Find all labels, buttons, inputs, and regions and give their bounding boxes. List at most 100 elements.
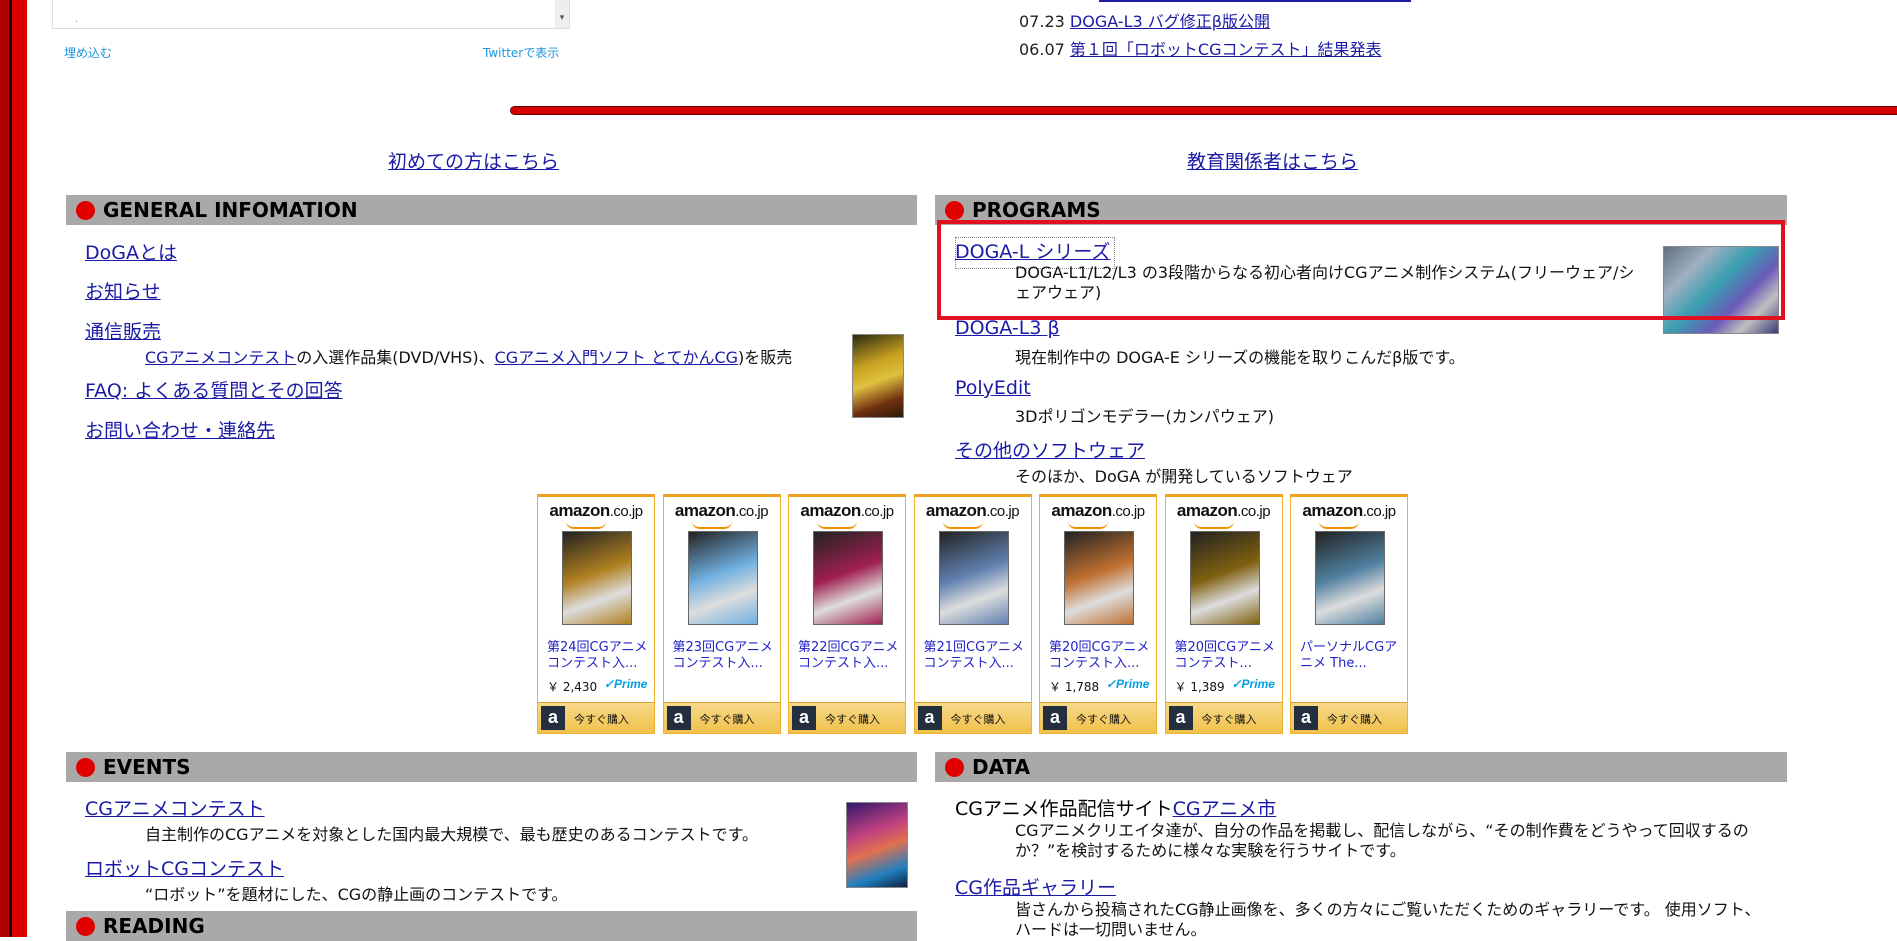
- cg-anime-contest-link[interactable]: CGアニメコンテスト: [145, 348, 296, 367]
- data-item-cg-anime-market: CGアニメ作品配信サイトCGアニメ市: [955, 794, 1276, 821]
- news-list: 07.23 DOGA-L3 バグ修正β版公開 06.07 第１回「ロボットCGコ…: [1019, 0, 1411, 64]
- amazon-smile-icon: [691, 521, 732, 529]
- section-title: GENERAL INFOMATION: [103, 198, 358, 222]
- amazon-logo-main: amazon: [925, 501, 987, 520]
- buy-now-button[interactable]: a 今すぐ購入: [663, 702, 780, 733]
- buy-now-label: 今すぐ購入: [825, 713, 880, 726]
- buy-now-button[interactable]: a 今すぐ購入: [538, 702, 654, 733]
- twitter-view-link[interactable]: Twitterで表示: [483, 44, 559, 61]
- twitter-timeline-widget[interactable]: . ▾: [52, 0, 570, 29]
- product-cover-image[interactable]: [1064, 531, 1134, 625]
- amazon-smile-icon: [817, 521, 857, 529]
- red-bullet-icon: [945, 200, 964, 220]
- cg-anime-contest-event-link[interactable]: CGアニメコンテスト: [85, 794, 265, 821]
- product-cover-image[interactable]: [938, 531, 1009, 625]
- amazon-logo-main: amazon: [1302, 501, 1363, 520]
- data-header: DATA: [935, 752, 1787, 782]
- twitter-embed-link[interactable]: 埋め込む: [64, 44, 112, 61]
- totekan-cg-link[interactable]: CGアニメ入門ソフト とてかんCG: [495, 348, 738, 367]
- amazon-product-card[interactable]: amazon.co.jp 第20回CGアニメコンテスト... ￥ 1,389 ✓Pri…: [1164, 494, 1283, 734]
- amazon-logo: amazon.co.jp: [1291, 501, 1407, 521]
- product-title-link[interactable]: 第23回CGアニメコンテスト入...: [673, 640, 777, 672]
- product-cover-image[interactable]: [813, 531, 883, 625]
- cg-gallery-link[interactable]: CG作品ギャラリー: [955, 873, 1116, 900]
- event-poster-image[interactable]: [846, 802, 908, 888]
- buy-now-button[interactable]: a 今すぐ購入: [1291, 702, 1407, 733]
- red-bullet-icon: [945, 757, 964, 777]
- section-title: READING: [103, 914, 205, 938]
- red-divider-bar: [510, 106, 1897, 115]
- scroll-down-icon[interactable]: ▾: [555, 0, 569, 28]
- amazon-a-icon: a: [1043, 706, 1067, 730]
- amazon-logo-main: amazon: [1176, 501, 1238, 520]
- amazon-logo: amazon.co.jp: [915, 501, 1031, 521]
- buy-now-button[interactable]: a 今すぐ購入: [1040, 702, 1156, 733]
- prime-badge-icon: ✓Prime: [1106, 677, 1150, 691]
- other-software-link[interactable]: その他のソフトウェア: [955, 436, 1145, 463]
- amazon-logo-tld: .co.jp: [1237, 503, 1271, 520]
- notice-link[interactable]: お知らせ: [85, 277, 161, 304]
- amazon-a-icon: a: [1168, 706, 1193, 730]
- polyedit-link[interactable]: PolyEdit: [955, 377, 1031, 399]
- educators-link[interactable]: 教育関係者はこちら: [1187, 147, 1358, 174]
- amazon-smile-icon: [942, 521, 983, 529]
- amazon-smile-icon: [1068, 521, 1108, 529]
- contact-link[interactable]: お問い合わせ・連絡先: [85, 416, 275, 443]
- amazon-product-card[interactable]: amazon.co.jp 第24回CGアニメコンテスト入... ￥ 2,430 ✓Pr…: [537, 494, 655, 734]
- product-cover-image[interactable]: [1315, 531, 1385, 625]
- product-title-link[interactable]: 第24回CGアニメコンテスト入...: [547, 640, 651, 672]
- amazon-logo-tld: .co.jp: [1362, 503, 1396, 520]
- amazon-product-card[interactable]: amazon.co.jp 第20回CGアニメコンテスト入... ￥ 1,788 ✓Pr…: [1039, 494, 1157, 734]
- data-item-prefix: CGアニメ作品配信サイト: [955, 798, 1173, 820]
- product-cover-image[interactable]: [687, 531, 758, 625]
- product-cover-image[interactable]: [1189, 531, 1260, 625]
- faq-link[interactable]: FAQ: よくある質問とその回答: [85, 376, 343, 403]
- beginners-link[interactable]: 初めての方はこちら: [388, 147, 559, 174]
- amazon-product-card[interactable]: amazon.co.jp 第23回CGアニメコンテスト入... a 今すぐ購入: [662, 494, 781, 734]
- buy-now-button[interactable]: a 今すぐ購入: [789, 702, 905, 733]
- amazon-product-card[interactable]: amazon.co.jp 第21回CGアニメコンテスト入... a 今すぐ購入: [913, 494, 1032, 734]
- product-cover-image[interactable]: [562, 531, 632, 625]
- mail-order-link[interactable]: 通信販売: [85, 317, 161, 344]
- amazon-logo: amazon.co.jp: [789, 501, 905, 521]
- left-decorative-bar: [0, 0, 27, 937]
- amazon-a-icon: a: [666, 706, 691, 730]
- dvd-package-image[interactable]: [852, 334, 904, 418]
- product-title-link[interactable]: 第21回CGアニメコンテスト入...: [924, 640, 1028, 672]
- buy-now-label: 今すぐ購入: [699, 713, 755, 726]
- data-description: 皆さんから投稿されたCG静止画像を、多くの方々にご覧いただくためのギャラリーです…: [1015, 900, 1761, 939]
- amazon-a-icon: a: [792, 706, 816, 730]
- general-info-header: GENERAL INFOMATION: [66, 195, 917, 225]
- timeline-dot: .: [75, 14, 79, 25]
- buy-now-label: 今すぐ購入: [1201, 713, 1257, 726]
- buy-now-button[interactable]: a 今すぐ購入: [1165, 702, 1282, 733]
- buy-now-button[interactable]: a 今すぐ購入: [914, 702, 1031, 733]
- section-title: DATA: [972, 755, 1031, 779]
- news-link[interactable]: DOGA-L3 バグ修正β版公開: [1070, 12, 1270, 31]
- amazon-smile-icon: [1319, 521, 1359, 529]
- amazon-logo-tld: .co.jp: [735, 503, 769, 520]
- robot-cg-contest-link[interactable]: ロボットCGコンテスト: [85, 854, 284, 881]
- news-date: 06.07: [1019, 40, 1065, 59]
- amazon-product-card[interactable]: amazon.co.jp パーソナルCGアニメ The... a 今すぐ購入: [1290, 494, 1408, 734]
- news-date: 07.23: [1019, 12, 1065, 31]
- product-title-link[interactable]: 第20回CGアニメコンテスト入...: [1049, 640, 1153, 672]
- data-description: CGアニメクリエイタ達が、自分の作品を掲載し、配信しながら、“その制作費をどうや…: [1015, 821, 1749, 860]
- doga-l3-beta-link[interactable]: DOGA-L3 β: [955, 317, 1060, 339]
- red-bullet-icon: [76, 200, 95, 220]
- amazon-logo: amazon.co.jp: [538, 501, 654, 521]
- buy-now-label: 今すぐ購入: [1327, 713, 1382, 726]
- amazon-product-card[interactable]: amazon.co.jp 第22回CGアニメコンテスト入... a 今すぐ購入: [788, 494, 906, 734]
- amazon-logo-main: amazon: [800, 501, 861, 520]
- news-item: 07.23 DOGA-L3 バグ修正β版公開: [1019, 8, 1381, 36]
- product-price: ￥ 2,430: [547, 680, 598, 694]
- product-price: ￥ 1,788: [1049, 680, 1100, 694]
- about-doga-link[interactable]: DoGAとは: [85, 238, 177, 265]
- amazon-logo: amazon.co.jp: [1166, 501, 1282, 521]
- product-title-link[interactable]: 第22回CGアニメコンテスト入...: [798, 640, 902, 672]
- news-link[interactable]: 第１回「ロボットCGコンテスト」結果発表: [1070, 40, 1382, 59]
- product-title-link[interactable]: 第20回CGアニメコンテスト...: [1175, 640, 1279, 672]
- amazon-a-icon: a: [917, 706, 942, 730]
- cg-anime-market-link[interactable]: CGアニメ市: [1173, 798, 1277, 820]
- product-title-link[interactable]: パーソナルCGアニメ The...: [1300, 640, 1404, 672]
